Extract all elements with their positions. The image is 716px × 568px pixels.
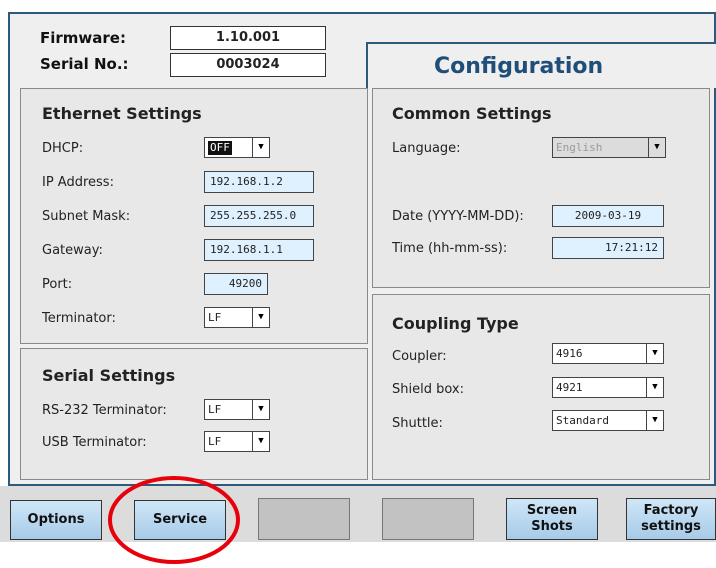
gateway-field[interactable]: 192.168.1.1 xyxy=(204,239,314,261)
common-settings-title: Common Settings xyxy=(392,104,552,123)
terminator-select[interactable]: LF ▼ xyxy=(204,307,270,328)
rs232-terminator-value: LF xyxy=(208,403,222,416)
shuttle-label: Shuttle: xyxy=(392,416,443,431)
shuttle-select[interactable]: Standard ▼ xyxy=(552,410,664,431)
date-label: Date (YYYY-MM-DD): xyxy=(392,209,524,224)
chevron-down-icon[interactable]: ▼ xyxy=(252,308,269,327)
serial-label: Serial No.: xyxy=(40,55,129,73)
language-select[interactable]: English ▼ xyxy=(552,137,666,158)
screen-shots-label-line2: Shots xyxy=(531,519,573,534)
chevron-down-icon[interactable]: ▼ xyxy=(252,138,269,157)
time-field[interactable]: 17:21:12 xyxy=(552,237,664,259)
ethernet-settings-title: Ethernet Settings xyxy=(42,104,202,123)
shield-box-value: 4921 xyxy=(556,381,583,394)
usb-terminator-label: USB Terminator: xyxy=(42,435,147,450)
configuration-tab: Configuration xyxy=(366,42,716,88)
dhcp-label: DHCP: xyxy=(42,141,84,156)
chevron-down-icon[interactable]: ▼ xyxy=(252,400,269,419)
coupling-type-title: Coupling Type xyxy=(392,314,519,333)
shuttle-value: Standard xyxy=(556,414,609,427)
usb-terminator-value: LF xyxy=(208,435,222,448)
port-label: Port: xyxy=(42,277,73,292)
chevron-down-icon[interactable]: ▼ xyxy=(646,411,663,430)
shield-box-label: Shield box: xyxy=(392,382,464,397)
factory-settings-label-line2: settings xyxy=(641,519,701,534)
terminator-label: Terminator: xyxy=(42,311,116,326)
subnet-mask-field[interactable]: 255.255.255.0 xyxy=(204,205,314,227)
dhcp-select[interactable]: OFF ▼ xyxy=(204,137,270,158)
factory-settings-button[interactable]: Factory settings xyxy=(626,498,716,540)
serial-settings-title: Serial Settings xyxy=(42,366,176,385)
coupler-select[interactable]: 4916 ▼ xyxy=(552,343,664,364)
chevron-down-icon[interactable]: ▼ xyxy=(648,138,665,157)
gateway-label: Gateway: xyxy=(42,243,103,258)
screen-shots-label-line1: Screen xyxy=(526,503,578,518)
screen-shots-button[interactable]: Screen Shots xyxy=(506,498,598,540)
rs232-terminator-label: RS-232 Terminator: xyxy=(42,403,167,418)
options-button[interactable]: Options xyxy=(10,500,102,540)
firmware-label: Firmware: xyxy=(40,29,126,47)
dhcp-value: OFF xyxy=(208,141,232,155)
date-field[interactable]: 2009-03-19 xyxy=(552,205,664,227)
time-label: Time (hh-mm-ss): xyxy=(392,241,508,256)
firmware-value: 1.10.001 xyxy=(170,26,326,50)
port-field[interactable]: 49200 xyxy=(204,273,268,295)
blank-button-1[interactable] xyxy=(258,498,350,540)
chevron-down-icon[interactable]: ▼ xyxy=(646,344,663,363)
rs232-terminator-select[interactable]: LF ▼ xyxy=(204,399,270,420)
language-label: Language: xyxy=(392,141,461,156)
coupler-label: Coupler: xyxy=(392,349,447,364)
terminator-value: LF xyxy=(208,311,222,324)
coupler-value: 4916 xyxy=(556,347,583,360)
serial-value: 0003024 xyxy=(170,53,326,77)
blank-button-2[interactable] xyxy=(382,498,474,540)
language-value: English xyxy=(556,141,603,154)
shield-box-select[interactable]: 4921 ▼ xyxy=(552,377,664,398)
usb-terminator-select[interactable]: LF ▼ xyxy=(204,431,270,452)
chevron-down-icon[interactable]: ▼ xyxy=(252,432,269,451)
factory-settings-label-line1: Factory xyxy=(643,503,699,518)
subnet-mask-label: Subnet Mask: xyxy=(42,209,131,224)
chevron-down-icon[interactable]: ▼ xyxy=(646,378,663,397)
ip-address-label: IP Address: xyxy=(42,175,114,190)
red-circle-highlight-icon xyxy=(108,476,240,564)
ip-address-field[interactable]: 192.168.1.2 xyxy=(204,171,314,193)
page-title: Configuration xyxy=(434,54,604,79)
